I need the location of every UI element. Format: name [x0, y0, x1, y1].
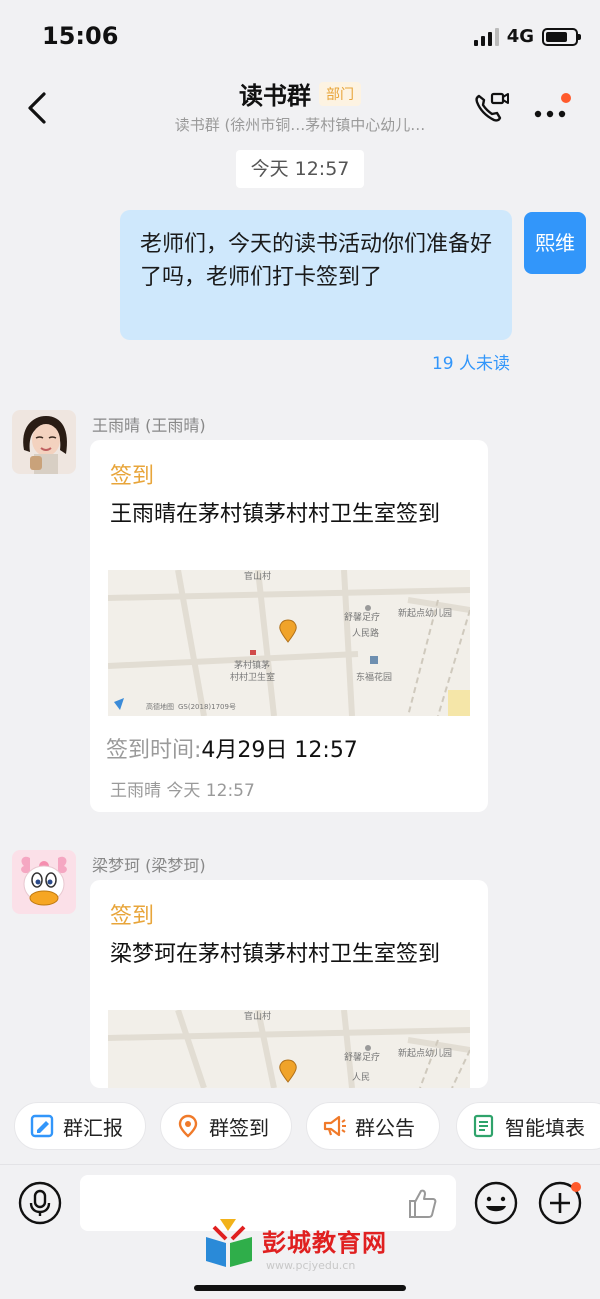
checkin-time: 签到时间:4月29日 12:57: [106, 732, 358, 764]
battery-icon: [542, 27, 581, 46]
video-call-icon[interactable]: [470, 88, 510, 128]
toolbar-item-label: 群公告: [355, 1115, 415, 1140]
map-label: 高德地图: [146, 702, 174, 711]
map-label: 茅村镇茅: [234, 659, 270, 671]
toolbar-item-label: 群签到: [209, 1115, 269, 1140]
watermark-url: www.pcjyedu.cn: [266, 1259, 356, 1272]
plus-icon[interactable]: [538, 1181, 582, 1225]
voice-input-icon[interactable]: [18, 1181, 62, 1225]
checkin-card-title: 签到: [110, 904, 155, 929]
sender-avatar[interactable]: [12, 850, 76, 914]
my-avatar[interactable]: 熙维: [524, 212, 586, 274]
sender-avatar[interactable]: [12, 410, 76, 474]
checkin-time-value: 4月29日 12:57: [201, 738, 358, 763]
map-label: 新起点幼儿园: [398, 1047, 452, 1059]
checkin-map[interactable]: 官山村 舒馨足疗 新起点幼儿园 茅村镇茅 村村卫生室 东福花园 高德地图 GS(…: [108, 570, 470, 716]
poi-icon: [365, 605, 371, 611]
outgoing-message-bubble[interactable]: 老师们，今天的读书活动你们准备好了吗，老师们打卡签到了: [120, 210, 512, 340]
map-label: 舒馨足疗: [344, 611, 380, 623]
title-row[interactable]: 读书群 部门: [0, 76, 600, 111]
form-icon: [473, 1114, 494, 1138]
report-icon: [30, 1114, 54, 1138]
status-time: 15:06: [42, 22, 119, 50]
group-title: 读书群: [239, 82, 311, 110]
checkin-card[interactable]: 签到 王雨晴在茅村镇茅村村卫生室签到 官山村 舒馨足疗 新起点幼儿园 茅村镇茅 …: [90, 440, 488, 812]
watermark: 彭城教育网 www.pcjyedu.cn: [200, 1215, 440, 1275]
notification-dot: [561, 93, 571, 103]
group-announcement-button[interactable]: 群公告: [306, 1102, 440, 1150]
sender-name: 王雨晴 (王雨晴): [92, 416, 206, 435]
checkin-map[interactable]: 官山村 舒馨足疗 新起点幼儿园 人民: [108, 1010, 470, 1088]
map-label: 东福花园: [356, 671, 392, 683]
message-timestamp: 今天 12:57: [236, 150, 364, 188]
checkin-card-text: 王雨晴在茅村镇茅村村卫生室签到: [110, 502, 441, 527]
watermark-logo-icon: [206, 1219, 252, 1267]
group-report-button[interactable]: 群汇报: [14, 1102, 146, 1150]
checkin-card[interactable]: 签到 梁梦珂在茅村镇茅村村卫生室签到 官山村 舒馨足疗 新起点幼儿园 人民: [90, 880, 488, 1088]
watermark-text: 彭城教育网: [262, 1229, 387, 1257]
location-icon: [178, 1114, 198, 1138]
emoji-icon[interactable]: [474, 1181, 518, 1225]
avatar-daisy-duck-icon: [12, 850, 76, 914]
avatar-photo-icon: [12, 410, 76, 474]
map-label: 村村卫生室: [230, 671, 275, 683]
notification-dot: [571, 1182, 581, 1192]
sender-name: 梁梦珂 (梁梦珂): [92, 856, 206, 875]
status-icons: 4G: [473, 26, 581, 47]
signal-icon: [473, 27, 499, 46]
checkin-time-label: 签到时间:: [106, 738, 202, 763]
checkin-card-title: 签到: [110, 464, 155, 489]
clinic-marker-icon: [250, 650, 256, 655]
home-indicator[interactable]: [194, 1285, 406, 1291]
map-label: 人民路: [352, 627, 379, 639]
toolbar-item-label: 群汇报: [63, 1115, 123, 1140]
toolbar-item-label: 智能填表: [505, 1115, 585, 1140]
status-bar: 15:06 4G: [0, 0, 600, 76]
department-badge: 部门: [319, 81, 361, 106]
group-checkin-button[interactable]: 群签到: [160, 1102, 292, 1150]
message-input-bar: 彭城教育网 www.pcjyedu.cn: [0, 1164, 600, 1299]
checkin-meta: 王雨晴 今天 12:57: [110, 781, 255, 801]
chat-header: 读书群 部门 读书群 (徐州市铜…茅村镇中心幼儿…: [0, 70, 600, 140]
more-icon[interactable]: [530, 90, 574, 126]
poi-icon: [365, 1045, 371, 1051]
map-label: GS(2018)1709号: [178, 703, 236, 711]
megaphone-icon: [323, 1115, 346, 1137]
smart-form-button[interactable]: 智能填表: [456, 1102, 600, 1150]
map-label: 舒馨足疗: [344, 1051, 380, 1063]
network-type: 4G: [506, 26, 534, 47]
quick-action-toolbar: 群汇报 群签到 群公告 智能填表: [0, 1088, 600, 1164]
building-icon: [370, 656, 378, 664]
map-label: 官山村: [244, 570, 271, 582]
map-label: 人民: [352, 1072, 370, 1083]
group-subtitle: 读书群 (徐州市铜…茅村镇中心幼儿…: [174, 116, 426, 134]
map-label: 新起点幼儿园: [398, 607, 452, 619]
map-label: 官山村: [244, 1010, 271, 1022]
unread-count-link[interactable]: 19 人未读: [380, 349, 510, 374]
checkin-card-text: 梁梦珂在茅村镇茅村村卫生室签到: [110, 942, 441, 967]
